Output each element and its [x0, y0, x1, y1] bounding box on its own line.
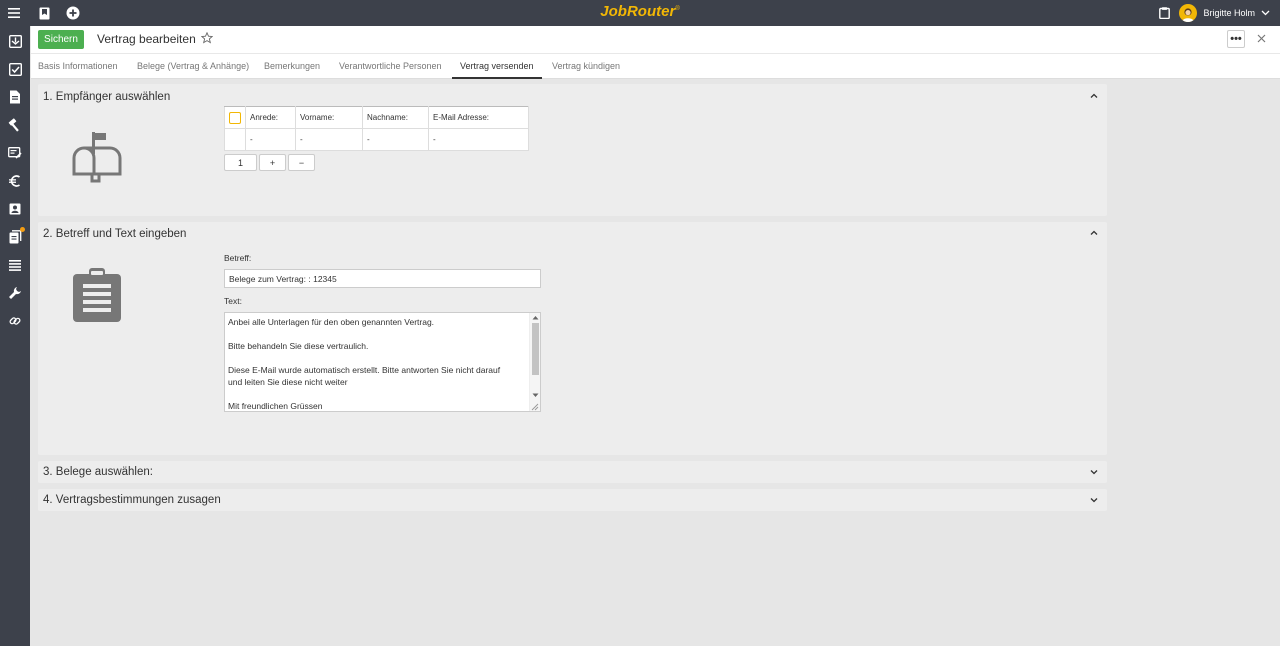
- sidebar-item-forms[interactable]: [4, 142, 26, 164]
- clipboard-text-icon: [73, 268, 121, 322]
- tab-vertrag-kuendigen[interactable]: Vertrag kündigen: [552, 61, 620, 71]
- tab-vertrag-versenden[interactable]: Vertrag versenden: [460, 61, 534, 71]
- text-line: Anbei alle Unterlagen für den oben genan…: [228, 317, 435, 327]
- text-line: Mit freundlichen Grüssen: [228, 401, 323, 411]
- section-title[interactable]: 4. Vertragsbestimmungen zusagen: [43, 494, 221, 506]
- row-select-cell: [224, 128, 246, 151]
- scroll-down-icon[interactable]: [532, 393, 539, 398]
- column-header: Nachname:: [362, 106, 429, 129]
- sidebar-item-files[interactable]: [4, 226, 26, 248]
- notification-badge: [20, 227, 25, 232]
- link-icon: [9, 317, 21, 325]
- table-header-row: Anrede: Vorname: Nachname: E-Mail Adress…: [224, 106, 529, 129]
- mailbox-icon: [72, 132, 122, 183]
- tab-bar: Basis Informationen Belege (Vertrag & An…: [31, 53, 1280, 79]
- document-icon: [10, 90, 20, 104]
- chevron-down-icon: [1261, 10, 1270, 16]
- active-tab-indicator: [452, 77, 542, 79]
- tab-basis-informationen[interactable]: Basis Informationen: [38, 61, 118, 71]
- sidebar-item-admin[interactable]: [4, 114, 26, 136]
- chevron-down-icon[interactable]: [1089, 495, 1099, 505]
- checkbox-icon: [8, 62, 22, 76]
- sidebar-item-links[interactable]: [4, 310, 26, 332]
- row-count-input[interactable]: 1: [224, 154, 257, 171]
- scroll-up-icon[interactable]: [532, 315, 539, 320]
- list-icon: [9, 259, 21, 271]
- close-icon[interactable]: [1255, 31, 1267, 45]
- sidebar-item-list[interactable]: [4, 254, 26, 276]
- recipients-table: Anrede: Vorname: Nachname: E-Mail Adress…: [224, 106, 529, 151]
- tab-verantwortliche-personen[interactable]: Verantwortliche Personen: [339, 61, 442, 71]
- column-header: E-Mail Adresse:: [428, 106, 529, 129]
- sidebar: [0, 26, 30, 646]
- table-cell[interactable]: -: [428, 128, 529, 151]
- page-header: Sichern Vertrag bearbeiten •••: [31, 26, 1280, 53]
- chevron-up-icon[interactable]: [1089, 228, 1099, 238]
- page-title: Vertrag bearbeiten: [97, 32, 196, 46]
- sidebar-item-tasks[interactable]: [4, 58, 26, 80]
- text-line: Bitte behandeln Sie diese vertraulich.: [228, 341, 369, 351]
- section-title[interactable]: 1. Empfänger auswählen: [43, 91, 170, 103]
- forms-icon: [8, 147, 22, 159]
- text-label: Text:: [224, 296, 242, 306]
- plus-circle-icon[interactable]: [64, 4, 82, 22]
- table-cell[interactable]: -: [245, 128, 296, 151]
- section-documents[interactable]: 3. Belege auswählen:: [38, 461, 1107, 483]
- section-recipients: 1. Empfänger auswählen Anrede: Vorname: …: [38, 84, 1107, 216]
- add-row-button[interactable]: +: [259, 154, 286, 171]
- scrollbar-thumb[interactable]: [532, 323, 539, 375]
- top-bar: JobRouter® Brigitte Holm: [0, 0, 1280, 26]
- user-menu[interactable]: Brigitte Holm: [1179, 3, 1270, 23]
- select-all-cell: [224, 106, 246, 129]
- sidebar-item-inbox[interactable]: [4, 30, 26, 52]
- hammer-icon: [8, 118, 19, 132]
- resize-handle-icon[interactable]: [531, 403, 539, 411]
- section-title[interactable]: 2. Betreff und Text eingeben: [43, 228, 186, 240]
- column-header: Anrede:: [245, 106, 296, 129]
- euro-icon: [9, 175, 21, 187]
- table-row: - - - -: [224, 128, 529, 151]
- main-area: Sichern Vertrag bearbeiten ••• Basis Inf…: [31, 26, 1280, 646]
- avatar: [1179, 4, 1198, 22]
- section-title[interactable]: 3. Belege auswählen:: [43, 466, 153, 478]
- table-cell[interactable]: -: [295, 128, 363, 151]
- more-options-button[interactable]: •••: [1227, 30, 1245, 48]
- star-icon[interactable]: [201, 32, 213, 44]
- contact-card-icon: [9, 203, 20, 214]
- subject-input[interactable]: Belege zum Vertrag: : 12345: [224, 269, 541, 288]
- section-terms[interactable]: 4. Vertragsbestimmungen zusagen: [38, 489, 1107, 511]
- clipboard-icon[interactable]: [1155, 4, 1173, 22]
- user-name: Brigitte Holm: [1203, 8, 1255, 18]
- scrollbar[interactable]: [529, 313, 540, 411]
- save-button[interactable]: Sichern: [38, 30, 84, 49]
- sidebar-item-finance[interactable]: [4, 170, 26, 192]
- wrench-icon: [9, 287, 21, 299]
- tab-bemerkungen[interactable]: Bemerkungen: [264, 61, 320, 71]
- section-subject-text: 2. Betreff und Text eingeben Betreff: Be…: [38, 222, 1107, 455]
- remove-row-button[interactable]: −: [288, 154, 315, 171]
- sidebar-item-tools[interactable]: [4, 282, 26, 304]
- sidebar-item-documents[interactable]: [4, 86, 26, 108]
- select-all-checkbox[interactable]: [229, 111, 241, 124]
- sidebar-item-contacts[interactable]: [4, 198, 26, 220]
- column-header: Vorname:: [295, 106, 363, 129]
- app-logo: JobRouter®: [600, 3, 680, 20]
- text-line: und leiten Sie diese nicht weiter: [228, 377, 348, 387]
- menu-icon[interactable]: [5, 4, 23, 22]
- bookmark-icon[interactable]: [35, 4, 53, 22]
- table-cell[interactable]: -: [362, 128, 429, 151]
- chevron-up-icon[interactable]: [1089, 91, 1099, 101]
- text-line: Diese E-Mail wurde automatisch erstellt.…: [228, 365, 501, 375]
- subject-label: Betreff:: [224, 253, 252, 263]
- tab-belege[interactable]: Belege (Vertrag & Anhänge): [137, 61, 249, 71]
- inbox-icon: [8, 34, 22, 48]
- chevron-down-icon[interactable]: [1089, 467, 1099, 477]
- files-icon: [9, 230, 21, 244]
- message-textarea[interactable]: Anbei alle Unterlagen für den oben genan…: [224, 312, 541, 412]
